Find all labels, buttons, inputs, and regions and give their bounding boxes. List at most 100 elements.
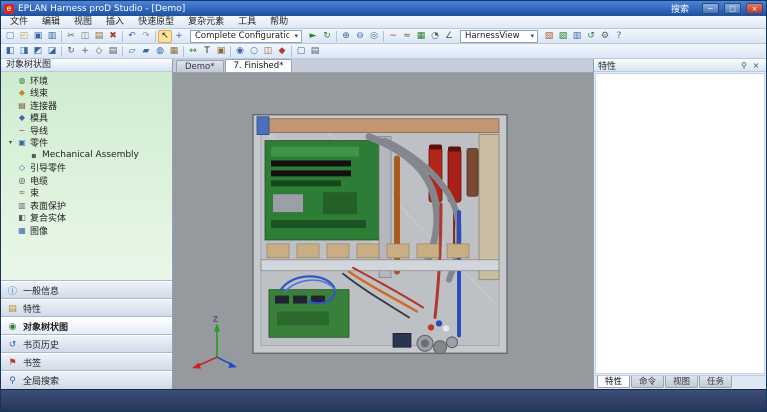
section-icon[interactable]: ◫	[261, 45, 275, 58]
maximize-button[interactable]: □	[724, 3, 741, 14]
tree-item[interactable]: ◇ 引导零件	[1, 162, 172, 175]
toolbar-icon[interactable]	[289, 45, 294, 58]
view-side-icon[interactable]: ◪	[45, 45, 59, 58]
print-icon[interactable]: ▤	[308, 45, 322, 58]
toolbar-icon[interactable]	[381, 30, 386, 43]
zoom-fit-icon[interactable]: ◎	[367, 30, 381, 43]
save-icon[interactable]: ▣	[31, 30, 45, 43]
image-icon[interactable]: ▣	[214, 45, 228, 58]
explode-icon[interactable]: ◆	[275, 45, 289, 58]
right-panel-tab[interactable]: 视图	[665, 376, 698, 388]
tree-item[interactable]: ◎ 电缆	[1, 174, 172, 187]
menu-item[interactable]: 帮助	[263, 16, 295, 29]
tree-item[interactable]: ▤ 连接器	[1, 99, 172, 112]
right-panel-tab[interactable]: 命令	[631, 376, 664, 388]
document-tab[interactable]: 7. Finished*	[225, 59, 293, 72]
tree-item[interactable]: ◍ 环境	[1, 74, 172, 87]
viewport-3d-canvas[interactable]: Z	[173, 73, 593, 389]
screenshot-icon[interactable]: ▢	[294, 45, 308, 58]
copy-icon[interactable]: ◫	[78, 30, 92, 43]
toolbar-icon[interactable]	[228, 45, 233, 58]
pan-icon[interactable]: +	[172, 30, 186, 43]
place-bundle-icon[interactable]: ≈	[400, 30, 414, 43]
search-label[interactable]: 搜索	[671, 2, 689, 15]
mirror-icon[interactable]: ◇	[92, 45, 106, 58]
tree-item[interactable]: ◆ 线束	[1, 87, 172, 100]
left-nav-button[interactable]: ⚑ 书签	[1, 353, 172, 371]
menu-item[interactable]: 视图	[67, 16, 99, 29]
close-button[interactable]: ×	[746, 3, 763, 14]
undo-icon[interactable]: ↶	[125, 30, 139, 43]
cut-icon[interactable]: ✂	[64, 30, 78, 43]
move-icon[interactable]: +	[78, 45, 92, 58]
align-icon[interactable]: ▤	[106, 45, 120, 58]
tree-item[interactable]: ▦ 图像	[1, 224, 172, 237]
help-icon[interactable]: ?	[612, 30, 626, 43]
toolbar-icon[interactable]	[181, 45, 186, 58]
wireframe-icon[interactable]: ▱	[125, 45, 139, 58]
toolbar-icon[interactable]	[59, 45, 64, 58]
dimension-icon[interactable]: ↔	[186, 45, 200, 58]
tree-item[interactable]: ▾ ▣ 零件	[1, 137, 172, 150]
tree-item[interactable]: ▥ 表面保护	[1, 199, 172, 212]
close-panel-icon[interactable]: ×	[750, 61, 762, 70]
run-icon[interactable]: ►	[306, 30, 320, 43]
text-icon[interactable]: T	[200, 45, 214, 58]
tree-item[interactable]: ~ 导线	[1, 124, 172, 137]
menu-item[interactable]: 插入	[99, 16, 131, 29]
tree-caret-icon[interactable]: ▾	[7, 139, 14, 146]
menu-item[interactable]: 文件	[3, 16, 35, 29]
paste-icon[interactable]: ▤	[92, 30, 106, 43]
transparency-icon[interactable]: ◍	[153, 45, 167, 58]
menu-item[interactable]: 编辑	[35, 16, 67, 29]
new-icon[interactable]: ▢	[3, 30, 17, 43]
rotate-icon[interactable]: ↻	[64, 45, 78, 58]
left-nav-button[interactable]: ⓘ 一般信息	[1, 281, 172, 299]
delete-icon[interactable]: ✖	[106, 30, 120, 43]
tree-item[interactable]: ◆ 模具	[1, 112, 172, 125]
workdesk-icon[interactable]: ▨	[556, 30, 570, 43]
refresh-icon[interactable]: ↻	[320, 30, 334, 43]
toolbar-icon[interactable]	[153, 30, 158, 43]
configuration-combo[interactable]: Complete Configuration ▾	[190, 30, 302, 43]
tree-item[interactable]: ▪ Mechanical Assembly	[1, 149, 172, 162]
left-nav-button[interactable]: ⚲ 全局搜索	[1, 371, 172, 389]
hide-icon[interactable]: ○	[247, 45, 261, 58]
left-nav-button[interactable]: ◉ 对象树状图	[1, 317, 172, 335]
left-nav-button[interactable]: ▤ 特性	[1, 299, 172, 317]
left-nav-button[interactable]: ↺ 书页历史	[1, 335, 172, 353]
show-icon[interactable]: ◉	[233, 45, 247, 58]
menu-item[interactable]: 工具	[231, 16, 263, 29]
settings-icon[interactable]: ⚙	[598, 30, 612, 43]
save-all-icon[interactable]: ▥	[45, 30, 59, 43]
layers-icon[interactable]: ▦	[167, 45, 181, 58]
shaded-icon[interactable]: ▰	[139, 45, 153, 58]
right-panel-tab[interactable]: 任务	[699, 376, 732, 388]
toolbar-icon[interactable]	[334, 30, 339, 43]
open-icon[interactable]: ◰	[17, 30, 31, 43]
menu-item[interactable]: 快速原型	[131, 16, 181, 29]
tree-item[interactable]: ≈ 束	[1, 187, 172, 200]
right-panel-tab[interactable]: 特性	[597, 376, 630, 388]
view-front-icon[interactable]: ◨	[17, 45, 31, 58]
measure-icon[interactable]: ∠	[442, 30, 456, 43]
tree-item[interactable]: ◧ 复合实体	[1, 212, 172, 225]
harnessview-combo[interactable]: HarnessView ▾	[460, 30, 538, 43]
place-clip-icon[interactable]: ◔	[428, 30, 442, 43]
report-icon[interactable]: ▥	[570, 30, 584, 43]
zoom-in-icon[interactable]: ⊕	[339, 30, 353, 43]
view-top-icon[interactable]: ◩	[31, 45, 45, 58]
pointer-icon[interactable]: ↖	[158, 30, 172, 43]
toolbar-icon[interactable]	[59, 30, 64, 43]
nailboard-icon[interactable]: ▧	[542, 30, 556, 43]
sync-icon[interactable]: ↺	[584, 30, 598, 43]
view-iso-icon[interactable]: ◧	[3, 45, 17, 58]
toolbar-icon[interactable]	[120, 30, 125, 43]
pin-icon[interactable]: ⚲	[738, 61, 750, 70]
viewport-3d[interactable]: Z	[173, 73, 593, 389]
zoom-out-icon[interactable]: ⊖	[353, 30, 367, 43]
place-connector-icon[interactable]: ▦	[414, 30, 428, 43]
place-wire-icon[interactable]: ~	[386, 30, 400, 43]
menu-item[interactable]: 复杂元素	[181, 16, 231, 29]
minimize-button[interactable]: ─	[702, 3, 719, 14]
